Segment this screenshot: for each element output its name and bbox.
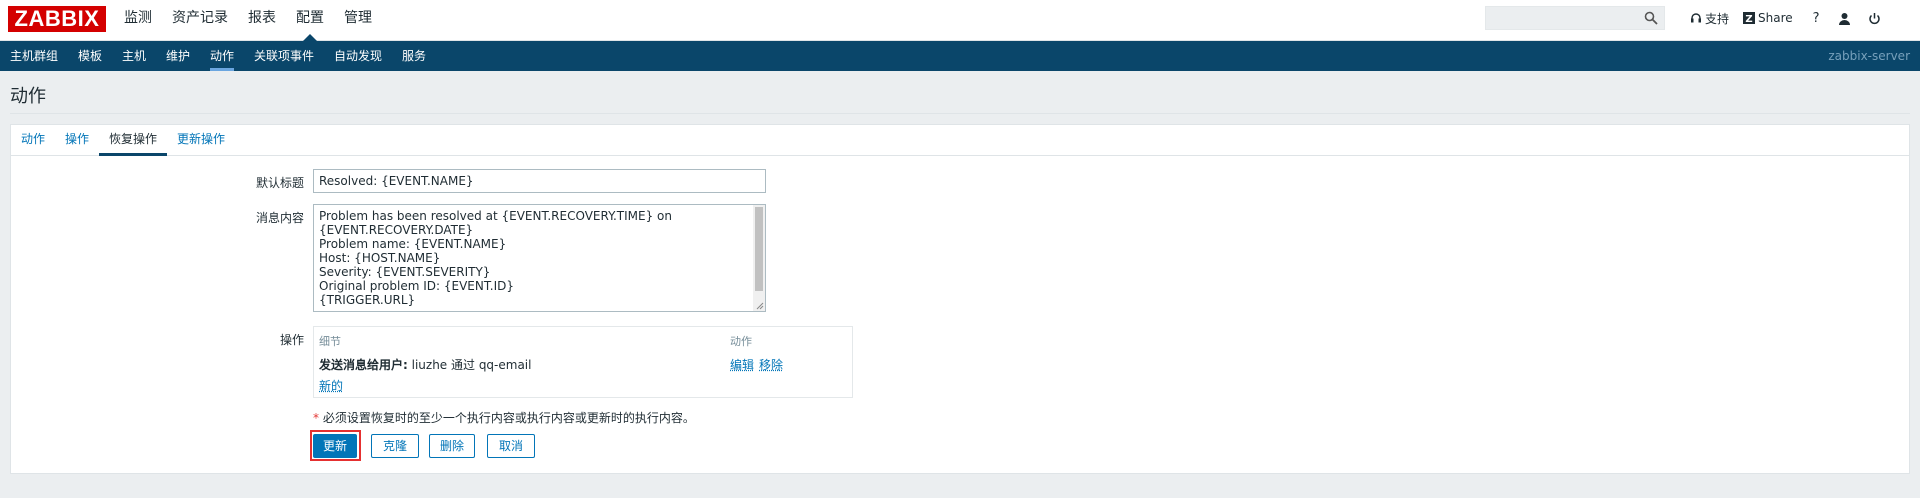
message-line: Problem has been resolved at {EVENT.RECO… <box>319 209 672 223</box>
subject-label: 默认标题 <box>255 176 304 190</box>
tab-operations[interactable]: 操作 <box>55 125 99 156</box>
operations-table: 细节 动作 发送消息给用户: liuzhe 通过 qq-email 编辑 移除 … <box>313 326 853 398</box>
message-line: {TRIGGER.URL} <box>319 293 416 307</box>
help-icon: ? <box>1812 10 1820 26</box>
headset-icon <box>1691 13 1701 23</box>
required-star: * <box>313 411 319 425</box>
user-menu: 支持 Z Share ? <box>1690 0 1898 36</box>
message-line: Host: {HOST.NAME} <box>319 251 441 265</box>
sub-menu-actions[interactable]: 动作 <box>210 41 235 71</box>
share-link[interactable]: Z Share <box>1743 11 1793 25</box>
tab-update-operations[interactable]: 更新操作 <box>167 125 235 156</box>
remove-link[interactable]: 移除 <box>759 356 783 373</box>
top-menu-inventory[interactable]: 资产记录 <box>162 0 238 41</box>
message-line: {EVENT.RECOVERY.DATE} <box>319 223 474 237</box>
operations-label: 操作 <box>279 333 304 347</box>
help-button[interactable]: ? <box>1813 11 1820 26</box>
message-textarea[interactable]: Problem has been resolved at {EVENT.RECO… <box>313 204 766 312</box>
server-name: zabbix-server <box>1828 49 1910 63</box>
user-icon <box>1838 12 1850 25</box>
top-menu-reports[interactable]: 报表 <box>238 0 286 41</box>
svg-text:Z: Z <box>1745 14 1752 24</box>
message-line: Original problem ID: {EVENT.ID} <box>319 279 514 293</box>
top-menu-configuration[interactable]: 配置 <box>286 0 334 41</box>
resize-handle-icon[interactable] <box>756 302 764 310</box>
message-label: 消息内容 <box>255 211 304 225</box>
top-menu-administration[interactable]: 管理 <box>334 0 382 41</box>
share-icon: Z <box>1743 12 1756 24</box>
sub-menu-services[interactable]: 服务 <box>402 41 426 71</box>
power-icon <box>1868 12 1880 24</box>
update-button[interactable]: 更新 <box>313 434 357 458</box>
support-link[interactable]: 支持 <box>1690 10 1729 27</box>
subject-input[interactable] <box>313 169 766 193</box>
cancel-button[interactable]: 取消 <box>487 434 535 458</box>
sub-menu: 主机群组 模板 主机 维护 动作 关联项事件 自动发现 服务 zabbix-se… <box>0 41 1920 71</box>
search-input[interactable] <box>1485 6 1665 30</box>
top-menu-monitoring[interactable]: 监测 <box>114 0 162 41</box>
sub-menu-hosts[interactable]: 主机 <box>122 41 146 71</box>
zabbix-logo[interactable]: ZABBIX <box>8 6 106 32</box>
sub-menu-host-groups[interactable]: 主机群组 <box>10 41 58 71</box>
operation-detail: liuzhe 通过 qq-email <box>407 358 532 372</box>
divider <box>10 113 1910 114</box>
operation-row: 发送消息给用户: liuzhe 通过 qq-email <box>319 356 531 373</box>
top-menu: 监测 资产记录 报表 配置 管理 <box>114 0 382 41</box>
support-label: 支持 <box>1705 11 1730 26</box>
column-details: 细节 <box>319 335 341 348</box>
sub-menu-maintenance[interactable]: 维护 <box>166 41 190 71</box>
clone-button[interactable]: 克隆 <box>371 434 419 458</box>
operation-type: 发送消息给用户: <box>319 358 408 372</box>
tab-action[interactable]: 动作 <box>11 125 55 156</box>
sub-menu-discovery[interactable]: 自动发现 <box>334 41 382 71</box>
scrollbar-thumb[interactable] <box>755 207 763 291</box>
page-title: 动作 <box>10 86 46 107</box>
tab-recovery-operations[interactable]: 恢复操作 <box>99 125 168 156</box>
required-note: * 必须设置恢复时的至少一个执行内容或执行内容或更新时的执行内容。 <box>313 409 695 426</box>
message-line: Severity: {EVENT.SEVERITY} <box>319 265 491 279</box>
sub-menu-correlation[interactable]: 关联项事件 <box>254 41 314 71</box>
textarea-scrollbar[interactable] <box>753 205 765 311</box>
sub-menu-templates[interactable]: 模板 <box>78 41 102 71</box>
top-header: ZABBIX 监测 资产记录 报表 配置 管理 支持 Z Share ? <box>0 0 1920 41</box>
share-label: Share <box>1758 11 1793 25</box>
search-icon[interactable] <box>1644 11 1658 25</box>
profile-button[interactable] <box>1838 12 1854 25</box>
logout-button[interactable] <box>1868 12 1884 25</box>
required-note-text: 必须设置恢复时的至少一个执行内容或执行内容或更新时的执行内容。 <box>322 411 695 425</box>
message-content: Problem has been resolved at {EVENT.RECO… <box>314 209 753 307</box>
tab-bar: 动作 操作 恢复操作 更新操作 <box>11 125 1909 156</box>
new-operation-link[interactable]: 新的 <box>319 377 343 394</box>
edit-link[interactable]: 编辑 <box>730 356 754 373</box>
column-action: 动作 <box>730 335 752 348</box>
delete-button[interactable]: 删除 <box>429 434 475 458</box>
message-line: Problem name: {EVENT.NAME} <box>319 237 507 251</box>
